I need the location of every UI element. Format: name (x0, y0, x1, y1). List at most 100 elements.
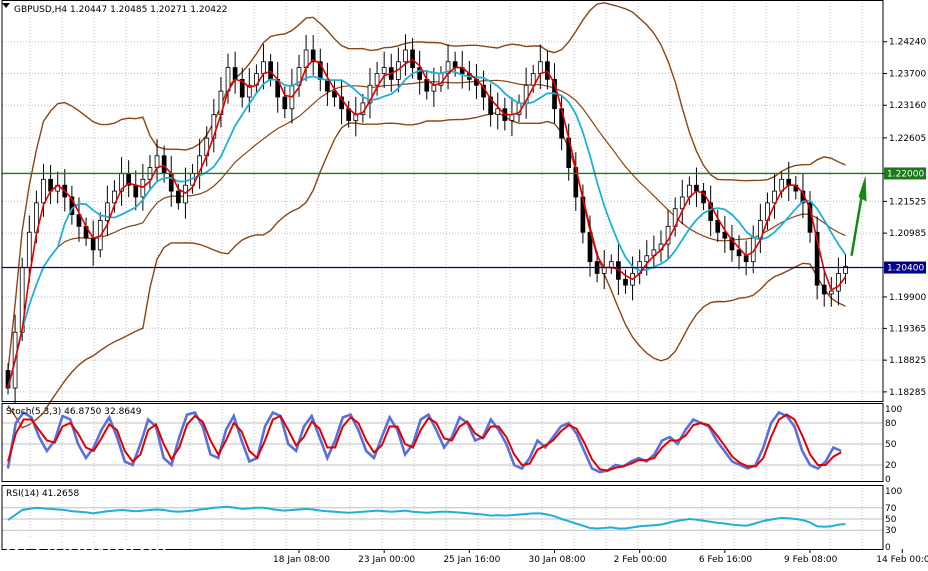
candle-body (268, 61, 273, 80)
candle (133, 170, 139, 211)
candle-body (140, 178, 146, 198)
up-arrow-head (858, 175, 867, 202)
trading-chart: 1.24240 1.23700 1.23160 1.22605 1.22000 1.215… (1, 0, 928, 565)
candle-body (608, 261, 614, 268)
price-tick-label: 1.23700 (889, 69, 926, 79)
candle (651, 235, 657, 269)
bollinger-middle-line (7, 79, 846, 389)
rsi-label: RSI(14) 41.2658 (6, 489, 79, 499)
candle-body (26, 231, 32, 268)
candle (523, 67, 529, 119)
candle (424, 69, 430, 100)
rsi-tick-label: 70 (885, 504, 897, 514)
candle (296, 54, 302, 97)
candle-body (828, 290, 834, 295)
candle-body (821, 284, 827, 295)
candle-body (836, 273, 841, 292)
candle-body (694, 184, 699, 192)
candle-body (601, 267, 607, 274)
candle (254, 64, 259, 94)
candle-body (232, 67, 238, 80)
candle (332, 80, 337, 107)
up-arrow-shaft (850, 190, 864, 256)
candle-body (495, 108, 501, 116)
candle (736, 235, 742, 270)
rsi-tick-label: 50 (885, 515, 897, 525)
price-tick-label: 1.18285 (889, 388, 926, 398)
candle (772, 173, 777, 219)
candle-body (133, 184, 139, 198)
candle (828, 277, 834, 307)
candle (275, 61, 281, 113)
candle (757, 203, 763, 254)
time-tick-label: 14 Feb 00:00 (876, 555, 928, 565)
candle (495, 92, 501, 130)
price-axis: 1.24240 1.23700 1.23160 1.22605 1.22000 1.215… (883, 38, 926, 553)
candle-body (175, 190, 181, 204)
candle (367, 68, 373, 119)
stoch-tick-label: 80 (885, 419, 897, 429)
price-tick-label: 1.24240 (889, 38, 926, 48)
candle (90, 220, 96, 266)
price-tick-label: 1.23160 (889, 101, 926, 111)
price-tick-label: 1.21525 (889, 197, 926, 207)
candle (608, 254, 614, 275)
price-tick-label: 1.19365 (889, 324, 926, 334)
candle (658, 230, 664, 263)
candle (310, 35, 316, 76)
candle-body (786, 178, 792, 186)
candle (679, 179, 685, 225)
instaforex-logo-icon (6, 530, 40, 564)
bollinger-bands (7, 2, 846, 429)
stoch-tick-label: 20 (885, 461, 897, 471)
candle-body (261, 61, 266, 74)
candle-body (410, 49, 415, 69)
candlesticks (5, 34, 848, 404)
candle (83, 217, 89, 246)
candle (488, 83, 493, 127)
candle (381, 51, 387, 88)
price-tick-label: 1.20985 (889, 229, 926, 239)
candle (268, 53, 273, 87)
candle-body (623, 278, 628, 286)
stoch-tick-label: 50 (885, 440, 897, 450)
candle (119, 157, 124, 206)
candle (325, 62, 330, 106)
candle (403, 34, 408, 76)
candle-body (537, 61, 543, 74)
candle-body (644, 255, 650, 263)
time-tick-label: 18 Jan 08:00 (273, 555, 330, 565)
candle (168, 155, 174, 207)
time-axis: 18 Jan 08:00 23 Jan 00:00 25 Jan 16:00 30 J… (273, 549, 928, 565)
rsi-tick-label: 0 (885, 543, 891, 553)
candle (743, 240, 749, 276)
candle (814, 216, 820, 300)
time-tick-label: 30 Jan 08:00 (529, 555, 586, 565)
candle-body (282, 96, 288, 110)
stochastic-panel (2, 410, 883, 474)
candle (303, 34, 309, 82)
price-tick-label: 1.22605 (889, 134, 926, 144)
candle-body (154, 155, 160, 168)
price-tick-label: 1.19900 (889, 293, 926, 303)
stoch-tick-label: 0 (885, 475, 891, 485)
candle (126, 160, 132, 198)
candle-body (545, 61, 550, 80)
resistance-price-label: 1.22000 (887, 169, 924, 179)
candle-body (715, 220, 721, 233)
time-tick-label: 9 Feb 08:00 (784, 555, 838, 565)
candle (197, 138, 202, 189)
candle (509, 97, 515, 137)
stoch-tick-label: 100 (885, 405, 902, 415)
rsi-tick-label: 30 (885, 526, 897, 536)
candle (48, 164, 53, 205)
menu-triangle-icon[interactable] (2, 3, 10, 8)
candle-body (353, 114, 359, 121)
candle (836, 257, 841, 306)
price-tick-label: 1.18825 (889, 356, 926, 366)
candle (232, 51, 238, 94)
candle (105, 185, 110, 237)
candle (722, 215, 728, 253)
bollinger-lower-line (7, 111, 846, 429)
rsi-line (7, 505, 846, 530)
